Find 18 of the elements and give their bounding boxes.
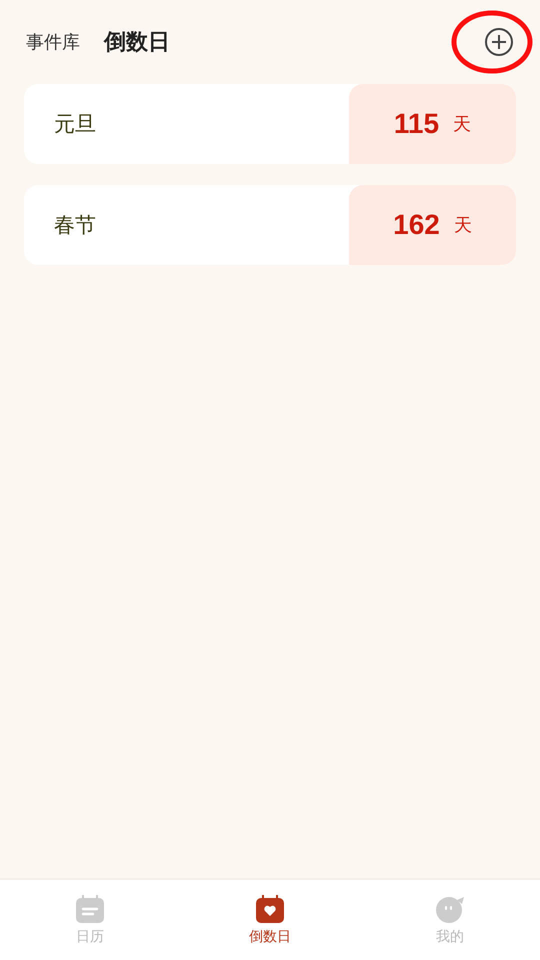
event-card[interactable]: 元旦 115 天 (24, 84, 516, 164)
nav-tab[interactable]: 倒数日 (180, 880, 360, 960)
event-name: 元旦 (53, 111, 97, 138)
days-unit: 天 (454, 214, 472, 237)
event-name: 春节 (53, 212, 97, 239)
header-tab[interactable]: 倒数日 (104, 27, 170, 57)
heart-calendar-icon (255, 894, 285, 924)
days-count: 162 (393, 209, 440, 241)
add-icon[interactable] (484, 27, 514, 57)
days-count: 115 (394, 108, 440, 140)
header-tab[interactable]: 事件库 (26, 30, 80, 54)
event-card[interactable]: 春节 162 天 (24, 185, 516, 265)
nav-label: 我的 (436, 928, 464, 946)
nav-label: 日历 (76, 928, 104, 946)
nav-label: 倒数日 (249, 928, 291, 946)
days-unit: 天 (453, 113, 472, 136)
calendar-icon (75, 894, 105, 924)
face-icon (435, 894, 465, 924)
